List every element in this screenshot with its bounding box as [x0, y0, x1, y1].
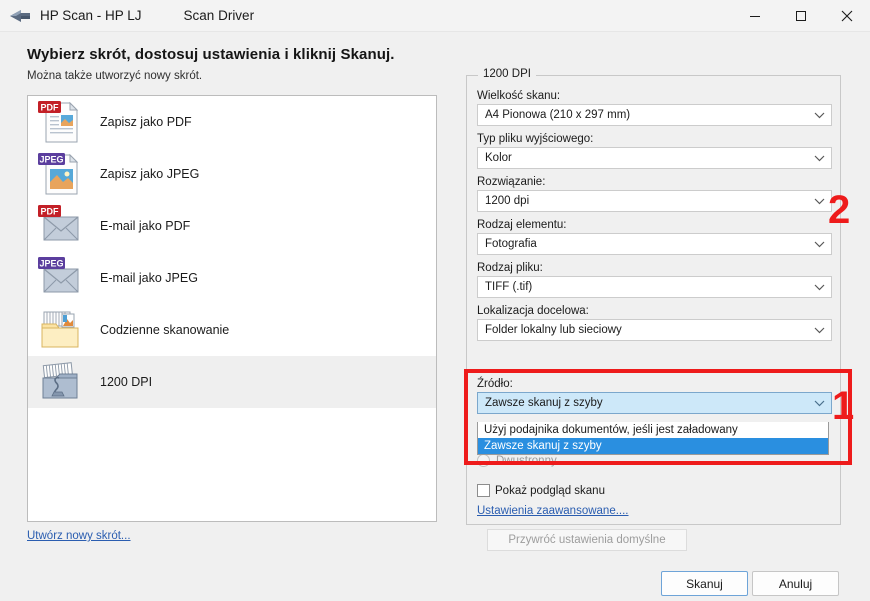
combo-value: Folder lokalny lub sieciowy	[485, 324, 622, 336]
svg-text:JPEG: JPEG	[39, 155, 63, 165]
checkbox-icon[interactable]	[477, 484, 490, 497]
window-controls	[732, 0, 870, 32]
combo-value: A4 Pionowa (210 x 297 mm)	[485, 109, 631, 121]
settings-group-title: 1200 DPI	[478, 68, 536, 80]
combo-value: Kolor	[485, 152, 512, 164]
output-file-type-combo[interactable]: Kolor	[477, 147, 832, 169]
maximize-icon[interactable]	[778, 0, 824, 32]
scan-button[interactable]: Skanuj	[661, 571, 748, 596]
shortcut-item-label: 1200 DPI	[100, 375, 153, 389]
source-dropdown-list[interactable]: Użyj podajnika dokumentów, jeśli jest za…	[477, 422, 829, 455]
combo-value: Zawsze skanuj z szyby	[485, 397, 603, 409]
jpeg-email-icon: JPEG	[36, 255, 84, 301]
chevron-down-icon	[807, 320, 831, 340]
radio-icon[interactable]	[477, 454, 490, 467]
svg-text:JPEG: JPEG	[39, 259, 63, 269]
page-title: Wybierz skrót, dostosuj ustawienia i kli…	[27, 46, 395, 63]
combo-value: TIFF (.tif)	[485, 281, 533, 293]
destination-combo[interactable]: Folder lokalny lub sieciowy	[477, 319, 832, 341]
cancel-button[interactable]: Anuluj	[752, 571, 839, 596]
shortcut-item[interactable]: JPEG E-mail jako JPEG	[28, 252, 436, 304]
duplex-radio-row[interactable]: Dwustronny	[477, 454, 557, 467]
close-icon[interactable]	[824, 0, 870, 32]
show-preview-row[interactable]: Pokaż podgląd skanu	[477, 484, 605, 497]
chevron-down-icon	[807, 105, 831, 125]
resolution-combo[interactable]: 1200 dpi	[477, 190, 832, 212]
pdf-document-icon: PDF	[36, 99, 84, 145]
jpeg-document-icon: JPEG	[36, 151, 84, 197]
scan-size-combo[interactable]: A4 Pionowa (210 x 297 mm)	[477, 104, 832, 126]
chevron-down-icon	[807, 148, 831, 168]
combo-value: 1200 dpi	[485, 195, 530, 207]
window-subtitle: Scan Driver	[183, 8, 255, 23]
annotation-marker-2: 2	[828, 188, 851, 232]
window-title: HP Scan - HP LJ	[40, 8, 142, 23]
field-destination: Lokalizacja docelowa: Folder lokalny lub…	[477, 305, 832, 341]
shortcut-item[interactable]: JPEG Zapisz jako JPEG	[28, 148, 436, 200]
source-combo[interactable]: Zawsze skanuj z szyby	[477, 392, 832, 414]
source-dropdown-option[interactable]: Zawsze skanuj z szyby	[478, 438, 828, 454]
annotation-marker-1: 1	[832, 384, 855, 428]
combo-value: Fotografia	[485, 238, 537, 250]
shortcut-item-label: E-mail jako PDF	[100, 219, 191, 233]
duplex-label: Dwustronny	[496, 454, 557, 467]
create-new-shortcut-link[interactable]: Utwórz nowy skrót...	[27, 530, 131, 542]
field-label: Lokalizacja docelowa:	[477, 305, 589, 317]
shortcut-item-label: Zapisz jako JPEG	[100, 167, 200, 181]
minimize-icon[interactable]	[732, 0, 778, 32]
shortcut-item[interactable]: PDF Zapisz jako PDF	[28, 96, 436, 148]
chevron-down-icon	[807, 393, 831, 413]
restore-defaults-button[interactable]: Przywróć ustawienia domyślne	[487, 529, 687, 551]
shortcut-item-label: E-mail jako JPEG	[100, 271, 198, 285]
window-titlebar: HP Scan - HP LJ Scan Driver	[0, 0, 870, 32]
chevron-down-icon	[807, 234, 831, 254]
field-label: Rodzaj pliku:	[477, 262, 543, 274]
shortcut-item[interactable]: 1200 DPI	[28, 356, 436, 408]
page-subtitle: Można także utworzyć nowy skrót.	[27, 70, 203, 82]
shortcut-item-label: Codzienne skanowanie	[100, 323, 230, 337]
chevron-down-icon	[807, 277, 831, 297]
field-resolution: Rozwiązanie: 1200 dpi	[477, 176, 832, 212]
source-dropdown-option[interactable]: Użyj podajnika dokumentów, jeśli jest za…	[478, 422, 828, 438]
item-type-combo[interactable]: Fotografia	[477, 233, 832, 255]
shortcut-item-label: Zapisz jako PDF	[100, 115, 192, 129]
shortcut-list[interactable]: PDF Zapisz jako PDF JPEG Zapisz jako JPEG PD…	[27, 95, 437, 522]
source-label: Źródło:	[477, 378, 513, 390]
field-item-type: Rodzaj elementu: Fotografia	[477, 219, 832, 255]
pdf-email-icon: PDF	[36, 203, 84, 249]
svg-text:PDF: PDF	[41, 103, 60, 113]
field-file-type: Rodzaj pliku: TIFF (.tif)	[477, 262, 832, 298]
file-type-combo[interactable]: TIFF (.tif)	[477, 276, 832, 298]
shortcut-item[interactable]: Codzienne skanowanie	[28, 304, 436, 356]
field-output-file-type: Typ pliku wyjściowego: Kolor	[477, 133, 832, 169]
scanner-photo-icon	[36, 359, 84, 405]
field-scan-size: Wielkość skanu: A4 Pionowa (210 x 297 mm…	[477, 90, 832, 126]
show-preview-label: Pokaż podgląd skanu	[495, 484, 605, 497]
field-label: Wielkość skanu:	[477, 90, 561, 102]
advanced-settings-link[interactable]: Ustawienia zaawansowane....	[477, 505, 629, 517]
source-field: Źródło: Zawsze skanuj z szyby Użyj podaj…	[477, 378, 832, 455]
folder-scan-icon	[36, 307, 84, 353]
field-label: Rodzaj elementu:	[477, 219, 567, 231]
svg-text:PDF: PDF	[41, 207, 60, 217]
scanner-icon	[8, 7, 34, 25]
field-label: Rozwiązanie:	[477, 176, 546, 188]
settings-groupbox: Wielkość skanu: A4 Pionowa (210 x 297 mm…	[466, 75, 841, 525]
field-label: Typ pliku wyjściowego:	[477, 133, 594, 145]
shortcut-item[interactable]: PDF E-mail jako PDF	[28, 200, 436, 252]
